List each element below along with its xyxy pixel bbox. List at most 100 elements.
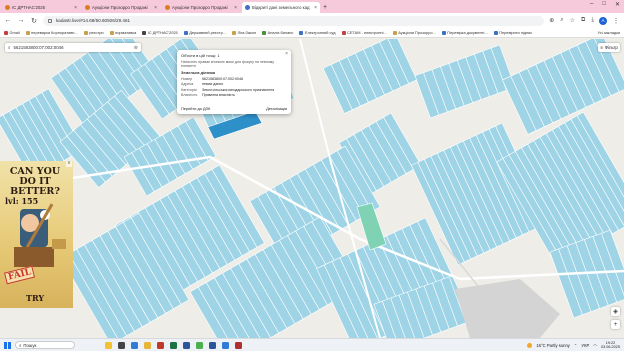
toolbar-icons: ⊕ ⌕ ☆ ⧉ ⤓ — [549, 17, 594, 24]
downloads-icon[interactable]: ⤓ — [591, 17, 594, 24]
wifi-icon[interactable]: ◠ — [593, 343, 597, 348]
chrome-icon[interactable] — [196, 341, 203, 349]
reload-icon[interactable]: ↻ — [30, 17, 38, 25]
tab-title: ІС ДРТНАС'2025 — [12, 5, 46, 10]
browser-toolbar: ← → ↻ kadastr.live/#14.68/50.60926/29.46… — [0, 13, 624, 28]
weather-text[interactable]: 16°C Partly sunny — [536, 343, 570, 348]
map-canvas[interactable] — [0, 39, 624, 338]
tab-close-icon[interactable]: × — [154, 5, 157, 11]
site-info-icon[interactable] — [48, 18, 52, 23]
widgets-icon[interactable] — [105, 341, 112, 349]
cadastral-map[interactable]: ⌕ 5621583800:07:002:0046 ⊗ ≡ Фільтр ◈ + … — [0, 39, 624, 338]
info-row: Номер 5621583800:07:002:0046 — [181, 77, 287, 81]
browser-tab[interactable]: Аукціони Прозорро Продажі × — [82, 2, 160, 13]
parcel-info-popup: × Об'єкти в цій точці: 1 Натисніть права… — [177, 50, 291, 114]
tab-title: Аукціони Прозорро Продажі — [92, 5, 148, 10]
forward-icon[interactable]: → — [17, 17, 25, 24]
info-key: Власність — [181, 93, 198, 98]
translate-icon[interactable]: ⊕ — [549, 17, 554, 24]
taskbar-search[interactable]: ⌕ Пошук — [15, 341, 75, 349]
clear-search-icon[interactable]: ⊗ — [134, 45, 138, 51]
goto-dzk-link[interactable]: Перейти до ДЗК — [181, 106, 210, 111]
maximize-icon[interactable]: □ — [602, 1, 606, 8]
tab-close-icon[interactable]: × — [74, 5, 77, 11]
popup-description: Натисніть праває кнопкою миші для фокусу… — [181, 60, 275, 69]
info-row: Категорія Землі сільськогосподарського п… — [181, 88, 287, 92]
info-value: Землі сільськогосподарського призначення — [202, 87, 275, 92]
profile-avatar[interactable]: A — [599, 16, 607, 25]
tab-close-icon[interactable]: × — [314, 5, 317, 11]
bookmark-label: Перевірка документі... — [447, 30, 488, 35]
bookmark-item[interactable]: реєстри — [83, 30, 104, 35]
bookmark-folder-icon — [142, 30, 147, 35]
file-explorer-icon[interactable] — [144, 341, 151, 349]
details-link[interactable]: Деталізація — [266, 106, 287, 111]
tab-favicon-icon — [245, 5, 250, 10]
extensions-icon[interactable]: ⧉ — [581, 17, 585, 24]
minimize-icon[interactable]: – — [590, 1, 593, 8]
browser-tab[interactable]: Аукціони Прозорро Продажі × — [162, 2, 240, 13]
bookmark-item[interactable]: Електронний суд — [299, 30, 336, 35]
info-row: Власність Приватна власність — [181, 93, 287, 97]
bookmark-item[interactable]: СЕТАМ - електронні... — [341, 30, 387, 35]
tab-close-icon[interactable]: × — [234, 5, 237, 11]
excel-icon[interactable] — [170, 341, 177, 349]
address-bar[interactable]: kadastr.live/#14.68/50.60926/29.461 — [43, 15, 545, 26]
bookmark-item[interactable]: нормативка — [109, 30, 136, 35]
pdf-icon[interactable] — [235, 341, 242, 349]
close-window-icon[interactable]: ✕ — [615, 1, 620, 8]
back-icon[interactable]: ← — [4, 17, 12, 24]
bookmark-label: Аукціони Прозорро... — [398, 30, 436, 35]
browser-tab-active[interactable]: Відкриті дані земельного кад × — [242, 2, 320, 13]
tab-favicon-icon — [5, 5, 10, 10]
bookmark-item[interactable]: ІС ДРТНАС'2025 — [142, 30, 178, 35]
bookmark-label: Ліга:Закон — [237, 30, 257, 35]
bookmark-label: реєстри — [89, 30, 104, 35]
bookmark-item[interactable]: Gmail — [4, 30, 20, 35]
chevron-up-icon[interactable]: ⌃ — [574, 343, 578, 348]
browser-tab[interactable]: ІС ДРТНАС'2025 × — [2, 2, 80, 13]
bookmark-folder-icon — [392, 30, 397, 35]
edge-icon[interactable] — [131, 341, 138, 349]
bookmark-folder-icon — [299, 30, 304, 35]
bookmark-label: ІС ДРТНАС'2025 — [147, 30, 178, 35]
bookmark-item[interactable]: Аналіз баланс — [262, 30, 293, 35]
bookmark-star-icon[interactable]: ☆ — [570, 17, 575, 24]
zoom-in-button[interactable]: + — [611, 320, 620, 329]
parcel-search[interactable]: ⌕ 5621583800:07:002:0046 ⊗ — [5, 43, 141, 52]
info-value: немає даних — [202, 82, 224, 87]
bookmark-label: Електронний суд — [304, 30, 336, 35]
bookmark-item[interactable]: Аукціони Прозорро... — [392, 30, 436, 35]
bookmark-item[interactable]: Перевірка документі... — [441, 30, 488, 35]
new-tab-button[interactable]: + — [320, 2, 330, 13]
windows-start-icon[interactable] — [4, 341, 11, 349]
outlook-icon[interactable] — [183, 341, 190, 349]
bookmark-label: Аналіз баланс — [267, 30, 294, 35]
filter-button[interactable]: ≡ Фільтр — [598, 43, 620, 52]
bookmark-item[interactable]: Перевірити підпис — [493, 30, 532, 35]
task-view-icon[interactable] — [118, 341, 125, 349]
taskbar-apps — [105, 341, 242, 349]
word-icon[interactable] — [209, 341, 216, 349]
bookmark-item[interactable]: Державний реєстр... — [183, 30, 226, 35]
bookmark-folder-icon — [341, 30, 346, 35]
app-icon[interactable] — [222, 341, 229, 349]
language-indicator[interactable]: УКР — [581, 343, 589, 348]
tab-favicon-icon — [165, 5, 170, 10]
bookmark-folder-icon — [262, 30, 267, 35]
bookmark-item[interactable]: переварка Корпоративн... — [25, 30, 78, 35]
info-value: 5621583800:07:002:0046 — [202, 76, 243, 81]
menu-icon[interactable]: ⋮ — [612, 17, 620, 25]
app-icon[interactable] — [157, 341, 164, 349]
zoom-icon[interactable]: ⌕ — [560, 17, 563, 24]
game-ad-banner[interactable]: × CAN YOU DO IT BETTER? lvl: 155 FAIL TR… — [0, 161, 73, 308]
all-bookmarks-button[interactable]: Усі закладки — [598, 30, 620, 35]
compass-icon: ◈ — [613, 309, 618, 315]
search-input[interactable]: 5621583800:07:002:0046 — [13, 45, 63, 50]
close-icon[interactable]: × — [285, 51, 288, 57]
ad-try-button[interactable]: TRY — [26, 293, 44, 303]
bookmark-item[interactable]: Ліга:Закон — [232, 30, 256, 35]
clock[interactable]: 19:22 03.06.2025 — [601, 341, 620, 350]
locate-button[interactable]: ◈ — [611, 307, 620, 316]
info-key: Адреса — [181, 82, 194, 87]
